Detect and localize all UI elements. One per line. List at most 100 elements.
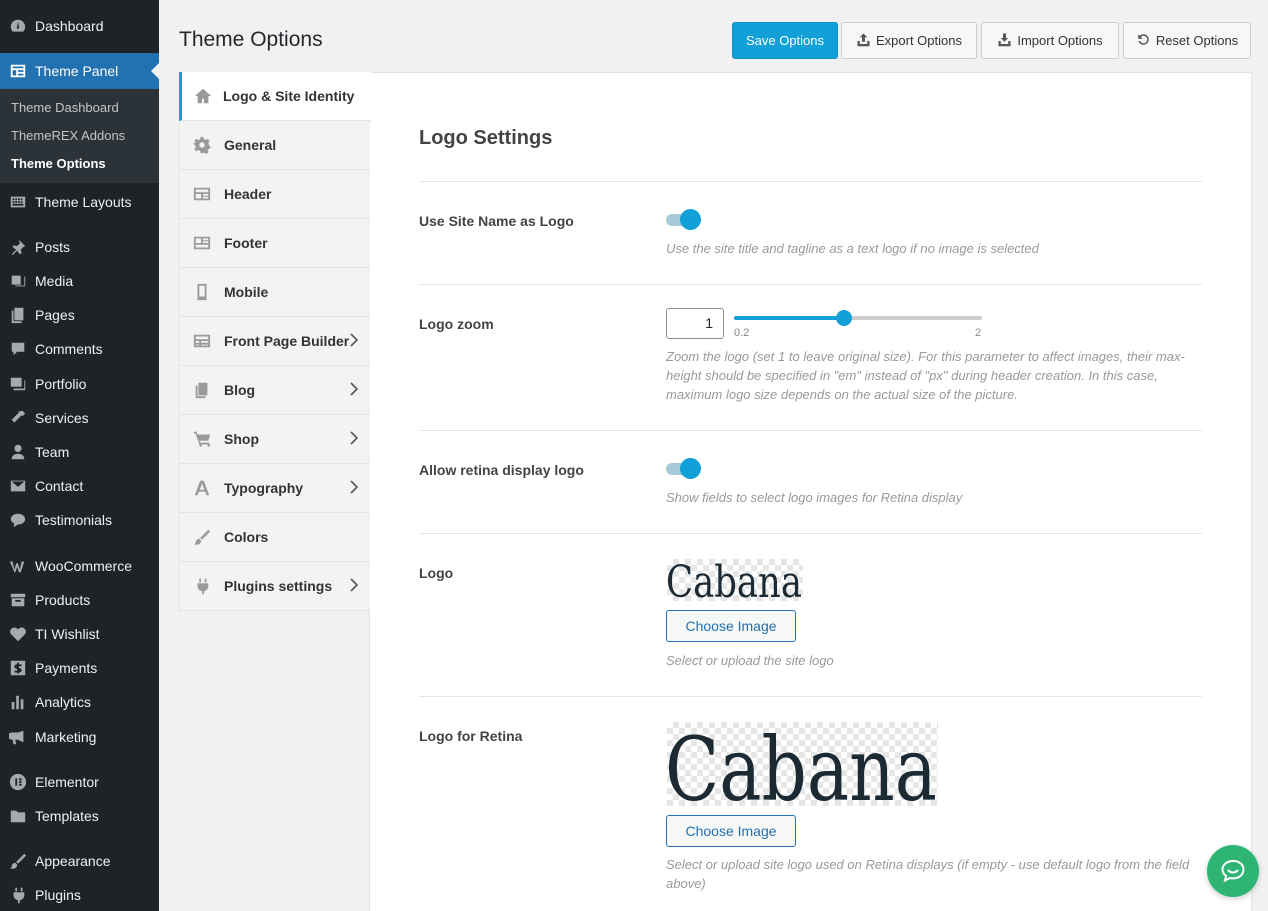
menu-ti-wishlist[interactable]: TI Wishlist (0, 617, 159, 651)
save-options-button[interactable]: Save Options (732, 22, 838, 59)
plug-icon (180, 577, 224, 595)
menu-dashboard[interactable]: Dashboard (0, 9, 159, 43)
export-options-button[interactable]: Export Options (841, 22, 977, 59)
menu-media[interactable]: Media (0, 264, 159, 298)
menu-products[interactable]: Products (0, 583, 159, 617)
menu-analytics[interactable]: Analytics (0, 685, 159, 719)
retina-logo-label: Allow retina display logo (419, 462, 584, 478)
menu-label: Team (35, 444, 70, 460)
tab-label: General (224, 137, 277, 153)
pages-icon (180, 381, 224, 399)
menu-label: Testimonials (35, 512, 113, 528)
theme-panel-submenu: Theme Dashboard ThemeREX Addons Theme Op… (0, 89, 159, 183)
tab-front-page-builder[interactable]: Front Page Builder (179, 317, 370, 366)
logo-description: Select or upload the site logo (666, 653, 834, 668)
menu-marketing[interactable]: Marketing (0, 720, 159, 754)
tab-general[interactable]: General (179, 121, 370, 170)
logo-choose-image-button[interactable]: Choose Image (666, 610, 796, 642)
logo-retina-choose-image-button[interactable]: Choose Image (666, 815, 796, 847)
logo-zoom-input[interactable]: 1 (666, 308, 724, 339)
theme-panel-icon (0, 62, 35, 80)
tab-label: Logo & Site Identity (223, 88, 355, 104)
menu-label: Marketing (35, 729, 97, 745)
chat-icon (1221, 859, 1245, 883)
reset-options-button[interactable]: Reset Options (1123, 22, 1251, 59)
chevron-right-icon (350, 382, 358, 396)
logo-retina-preview-image: Cabana (667, 722, 938, 806)
tab-colors[interactable]: Colors (179, 513, 370, 562)
gear-icon (180, 136, 224, 154)
retina-logo-toggle[interactable] (666, 457, 702, 479)
import-icon (997, 32, 1012, 50)
menu-label: Contact (35, 478, 84, 494)
tab-shop[interactable]: Shop (179, 415, 370, 464)
import-options-button[interactable]: Import Options (981, 22, 1119, 59)
logo-label: Logo (419, 565, 454, 581)
menu-comments[interactable]: Comments (0, 332, 159, 366)
chevron-right-icon (350, 431, 358, 445)
logo-zoom-description: Zoom the logo (set 1 to leave original s… (666, 349, 1185, 402)
menu-templates[interactable]: Templates (0, 799, 159, 833)
menu-plugins[interactable]: Plugins (0, 878, 159, 911)
logo-zoom-slider[interactable] (734, 310, 982, 326)
menu-label: Plugins (35, 887, 81, 903)
menu-payments[interactable]: Payments (0, 651, 159, 685)
chat-button[interactable] (1207, 845, 1259, 897)
menu-team[interactable]: Team (0, 435, 159, 469)
menu-appearance[interactable]: Appearance (0, 844, 159, 878)
tab-logo-site-identity[interactable]: Logo & Site Identity (179, 72, 371, 121)
chat-bubble-icon (0, 511, 35, 529)
menu-woocommerce[interactable]: WooCommerce (0, 549, 159, 583)
menu-elementor[interactable]: Elementor (0, 765, 159, 799)
brush-icon (180, 528, 224, 546)
menu-label: Templates (35, 808, 99, 824)
options-tabs: Logo & Site Identity General Header Foot… (179, 72, 371, 911)
elementor-icon (0, 773, 35, 791)
menu-label: Payments (35, 660, 98, 676)
logo-retina-description: Select or upload site logo used on Retin… (666, 857, 1190, 891)
divider (419, 181, 1202, 182)
site-name-logo-label: Use Site Name as Logo (419, 213, 574, 229)
menu-pages[interactable]: Pages (0, 298, 159, 332)
menu-label: Pages (35, 307, 75, 323)
menu-label: WooCommerce (35, 558, 132, 574)
slider-max-label: 2 (975, 327, 982, 339)
menu-label: Posts (35, 239, 71, 255)
chevron-right-icon (350, 333, 358, 347)
tab-blog[interactable]: Blog (179, 366, 370, 415)
menu-contact[interactable]: Contact (0, 469, 159, 503)
tab-typography[interactable]: Typography (179, 464, 370, 513)
menu-portfolio[interactable]: Portfolio (0, 367, 159, 401)
grid-icon (180, 332, 224, 350)
menu-testimonials[interactable]: Testimonials (0, 503, 159, 537)
logo-zoom-label: Logo zoom (419, 316, 494, 332)
menu-label: Dashboard (35, 18, 104, 34)
submenu-theme-options[interactable]: Theme Options (11, 156, 106, 171)
tab-label: Shop (224, 431, 259, 447)
divider (419, 430, 1202, 431)
submenu-theme-dashboard[interactable]: Theme Dashboard (11, 100, 119, 115)
menu-label: Theme Layouts (35, 194, 132, 210)
menu-services[interactable]: Services (0, 401, 159, 435)
site-name-logo-toggle[interactable] (666, 208, 702, 230)
menu-label: Analytics (35, 694, 92, 710)
tab-mobile[interactable]: Mobile (179, 268, 370, 317)
pin-icon (0, 238, 35, 256)
dashboard-icon (0, 17, 35, 35)
tab-header[interactable]: Header (179, 170, 370, 219)
menu-posts[interactable]: Posts (0, 230, 159, 264)
comment-icon (0, 340, 35, 358)
submenu-themerex-addons[interactable]: ThemeREX Addons (11, 128, 125, 143)
tab-footer[interactable]: Footer (179, 219, 370, 268)
save-options-label: Save Options (745, 33, 825, 48)
archive-icon (0, 591, 35, 609)
plug-icon (0, 886, 35, 904)
export-icon (856, 32, 871, 50)
user-icon (0, 443, 35, 461)
menu-theme-layouts[interactable]: Theme Layouts (0, 185, 159, 219)
menu-theme-panel[interactable]: Theme Panel (0, 53, 159, 89)
page-title: Theme Options (179, 28, 323, 51)
tab-plugins-settings[interactable]: Plugins settings (179, 562, 370, 611)
heart-icon (0, 625, 35, 643)
menu-label: Elementor (35, 774, 99, 790)
